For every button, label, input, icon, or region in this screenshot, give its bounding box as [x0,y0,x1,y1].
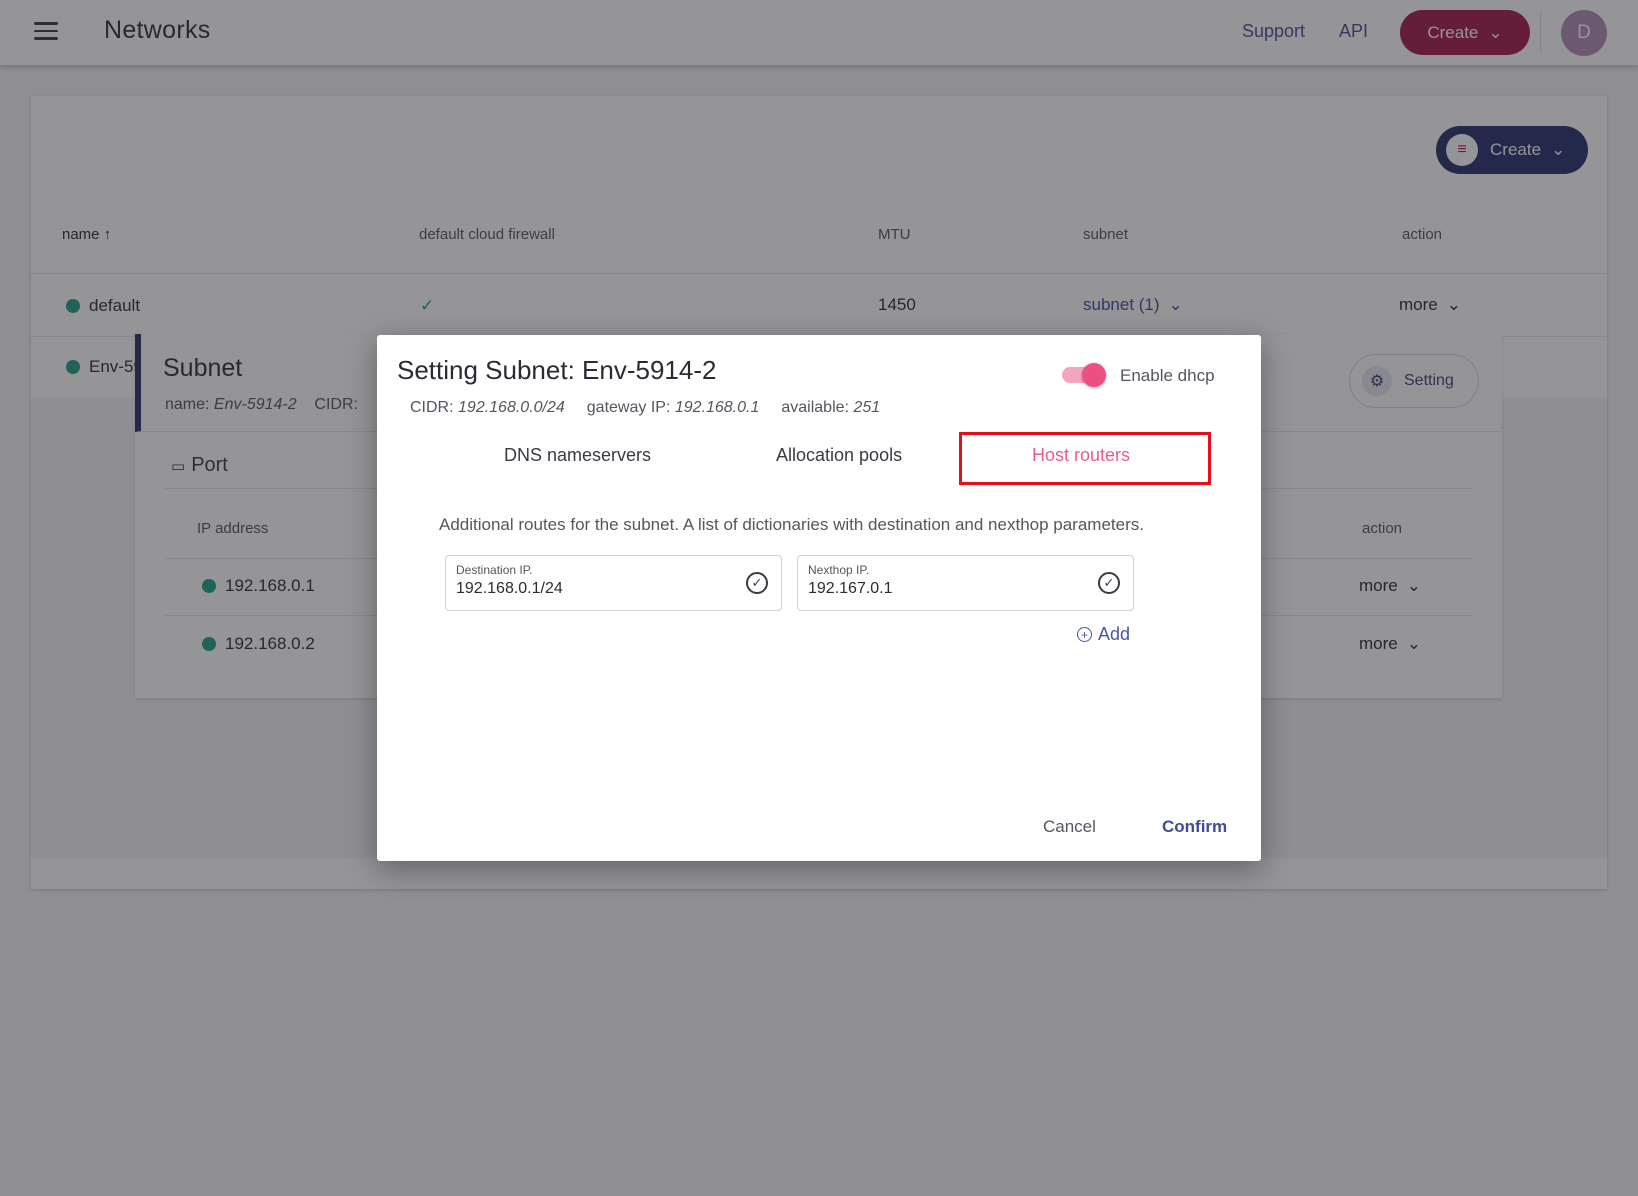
add-circle-icon: + [1077,627,1092,642]
host-routes-description: Additional routes for the subnet. A list… [439,515,1144,534]
destination-ip-field[interactable]: Destination IP. ✓ [445,555,782,611]
highlight-box [959,432,1211,485]
setting-subnet-dialog: Setting Subnet: Env-5914-2 Enable dhcp C… [377,335,1261,861]
destination-ip-input[interactable] [456,580,726,598]
nexthop-ip-field[interactable]: Nexthop IP. ✓ [797,555,1134,611]
tab-dns-nameservers[interactable]: DNS nameservers [504,445,651,466]
confirm-button[interactable]: Confirm [1162,817,1227,837]
add-route-button[interactable]: + Add [1077,624,1130,645]
enable-dhcp-toggle[interactable] [1062,363,1106,387]
enable-dhcp-label: Enable dhcp [1120,366,1215,385]
check-circle-icon: ✓ [746,572,768,594]
check-circle-icon: ✓ [1098,572,1120,594]
cancel-button[interactable]: Cancel [1043,817,1096,837]
nexthop-ip-input[interactable] [808,580,1078,598]
subnet-info: CIDR: 192.168.0.0/24 gateway IP: 192.168… [410,399,881,416]
nexthop-ip-label: Nexthop IP. [808,563,870,577]
destination-ip-label: Destination IP. [456,563,533,577]
tab-allocation-pools[interactable]: Allocation pools [776,445,902,466]
dialog-title: Setting Subnet: Env-5914-2 [397,355,717,385]
